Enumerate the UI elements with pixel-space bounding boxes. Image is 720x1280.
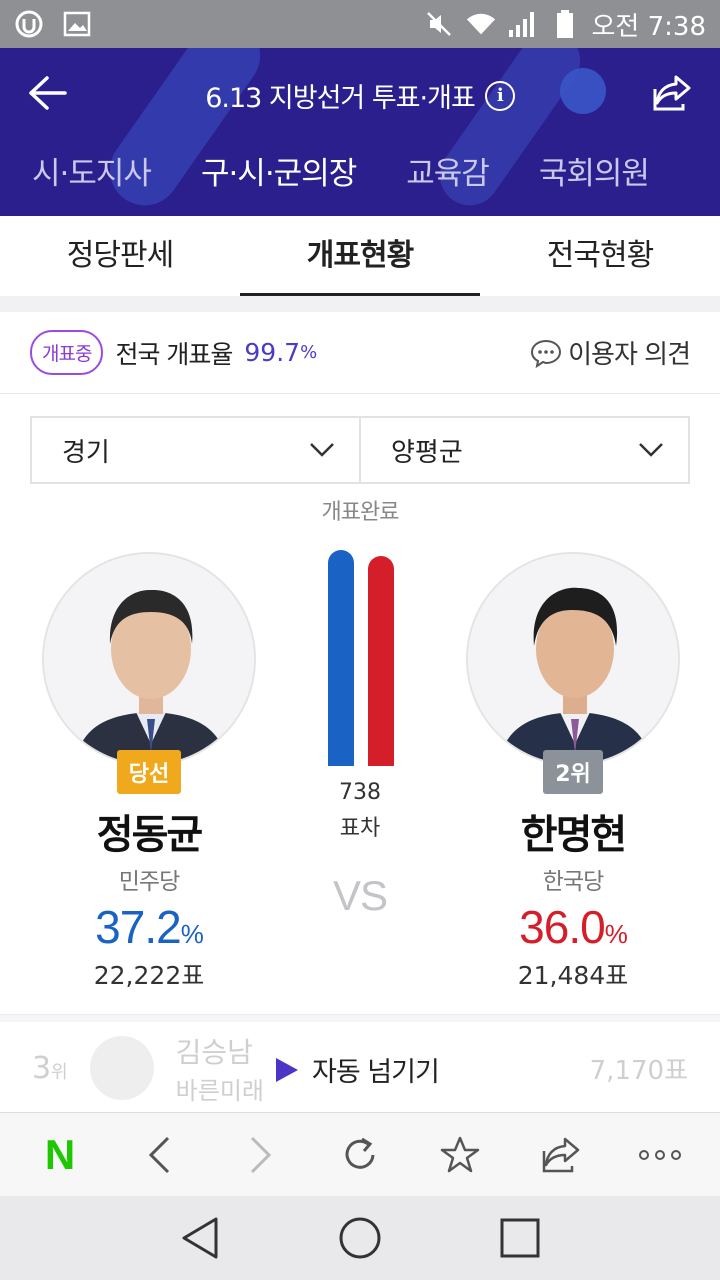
rank-badge: 2위 <box>543 750 603 794</box>
share-button[interactable] <box>648 70 694 116</box>
candidate-percent-value: 37.2 <box>95 901 182 953</box>
browser-share-button[interactable] <box>525 1120 595 1190</box>
tab-count-status[interactable]: 개표현황 <box>240 216 480 296</box>
vote-gap-label: 표차 <box>339 816 381 841</box>
candidate-votes: 22,222표 <box>93 961 205 990</box>
browser-forward-button[interactable] <box>225 1120 295 1190</box>
candidate-party: 바른미래 <box>175 1076 264 1105</box>
count-status: 개표완료 <box>321 500 400 525</box>
category-tabs: 시·도지사 구·시·군의장 교육감 국회의원 <box>0 144 720 196</box>
bar-second-candidate <box>368 556 394 766</box>
system-recents-button[interactable] <box>490 1208 550 1268</box>
naver-logo-icon: N <box>44 1130 76 1178</box>
mute-icon <box>424 9 454 39</box>
candidate-votes: 21,484표 <box>517 961 629 990</box>
candidate-percent-value: 36.0 <box>519 901 606 953</box>
divider <box>0 1014 720 1022</box>
play-icon <box>276 1057 298 1082</box>
third-rank-unit: 위 <box>51 1061 68 1083</box>
gallery-icon <box>62 9 92 39</box>
tab-mayor[interactable]: 구·시·군의장 <box>201 148 357 193</box>
third-rank: 3위 <box>32 1051 68 1086</box>
candidate-party: 민주당 <box>118 869 180 895</box>
vote-gap-value: 738 <box>339 780 381 805</box>
more-dots-icon <box>639 1149 681 1160</box>
chevron-left-icon <box>148 1136 170 1173</box>
naver-home-button[interactable]: N <box>25 1120 95 1190</box>
district-select[interactable]: 양평군 <box>359 418 688 482</box>
vs-label: VS <box>332 872 388 919</box>
percent-unit: % <box>180 919 204 949</box>
auto-next-button[interactable]: 자동 넘기기 <box>276 1050 440 1089</box>
chevron-right-icon <box>250 1136 272 1173</box>
star-icon <box>440 1136 480 1172</box>
count-progress-row: 개표중 전국 개표율 99.7% 이용자 의견 <box>0 312 720 394</box>
chevron-down-icon <box>639 443 663 457</box>
info-icon[interactable]: i <box>484 80 515 111</box>
winner-badge: 당선 <box>116 750 182 794</box>
sub-tabs: 정당판세 개표현황 전국현황 <box>0 216 720 296</box>
tab-education[interactable]: 교육감 <box>406 148 490 193</box>
district-select-value: 양평군 <box>391 437 463 468</box>
candidate-photo <box>89 1036 154 1100</box>
candidate-votes: 7,170표 <box>589 1055 688 1086</box>
comment-icon <box>531 339 562 368</box>
battery-icon <box>550 9 580 39</box>
candidate-photo <box>466 552 680 766</box>
candidate-second[interactable]: 2위 한명현 한국당 36.0% 21,484표 <box>466 552 680 992</box>
divider <box>0 296 720 312</box>
third-info: 김승남 바른미래 <box>176 1031 264 1106</box>
candidate-name: 정동균 <box>96 812 203 858</box>
third-rank-number: 3 <box>32 1050 52 1086</box>
wifi-icon <box>466 9 496 39</box>
region-select-value: 경기 <box>62 437 110 468</box>
app-header: 6.13 지방선거 투표·개표 i 시·도지사 구·시·군의장 교육감 국회의원 <box>0 48 720 216</box>
system-home-button[interactable] <box>330 1208 390 1268</box>
status-bar: 오전 7:38 <box>0 0 720 48</box>
counting-badge: 개표중 <box>30 330 104 375</box>
region-select[interactable]: 경기 <box>32 418 359 482</box>
reload-button[interactable] <box>325 1120 395 1190</box>
browser-back-button[interactable] <box>125 1120 195 1190</box>
progress-label: 전국 개표율 <box>115 339 233 369</box>
reload-icon <box>345 1137 375 1169</box>
more-button[interactable] <box>625 1120 695 1190</box>
progress-value: 99.7 <box>244 338 301 367</box>
tab-party-status[interactable]: 정당판세 <box>0 216 240 296</box>
candidate-name: 한명현 <box>520 812 627 858</box>
page-title: 6.13 지방선거 투표·개표 <box>205 83 476 114</box>
candidate-percent: 36.0% <box>466 900 680 954</box>
candidate-name: 김승남 <box>175 1035 253 1069</box>
progress-unit: % <box>300 342 318 363</box>
share-icon <box>542 1137 580 1172</box>
region-selectors: 경기 양평군 <box>30 416 690 484</box>
candidate-party: 한국당 <box>542 869 604 895</box>
circle-home-icon <box>339 1217 381 1259</box>
percent-unit: % <box>604 919 628 949</box>
user-feedback-button[interactable]: 이용자 의견 <box>530 334 691 371</box>
signal-icon <box>508 9 538 39</box>
candidate-photo <box>42 552 256 766</box>
candidate-percent: 37.2% <box>42 900 256 954</box>
tab-national-assembly[interactable]: 국회의원 <box>539 148 650 193</box>
triangle-back-icon <box>182 1217 218 1259</box>
feedback-label: 이용자 의견 <box>568 340 691 370</box>
square-recents-icon <box>500 1218 540 1258</box>
system-nav-bar <box>0 1196 720 1280</box>
share-icon <box>653 75 691 111</box>
status-time: 오전 7:38 <box>591 11 707 42</box>
auto-next-label: 자동 넘기기 <box>312 1057 440 1088</box>
header-title-wrap: 6.13 지방선거 투표·개표 i <box>0 76 720 115</box>
vote-compare-bars <box>326 550 396 766</box>
tab-governor[interactable]: 시·도지사 <box>32 148 152 193</box>
tab-nationwide-status[interactable]: 전국현황 <box>480 216 720 296</box>
chevron-down-icon <box>310 443 334 457</box>
candidate-first[interactable]: 당선 정동균 민주당 37.2% 22,222표 <box>42 552 256 992</box>
system-back-button[interactable] <box>170 1208 230 1268</box>
uplus-icon <box>14 9 44 39</box>
browser-toolbar: N <box>0 1112 720 1196</box>
bar-first-candidate <box>328 550 354 766</box>
bookmark-button[interactable] <box>425 1120 495 1190</box>
